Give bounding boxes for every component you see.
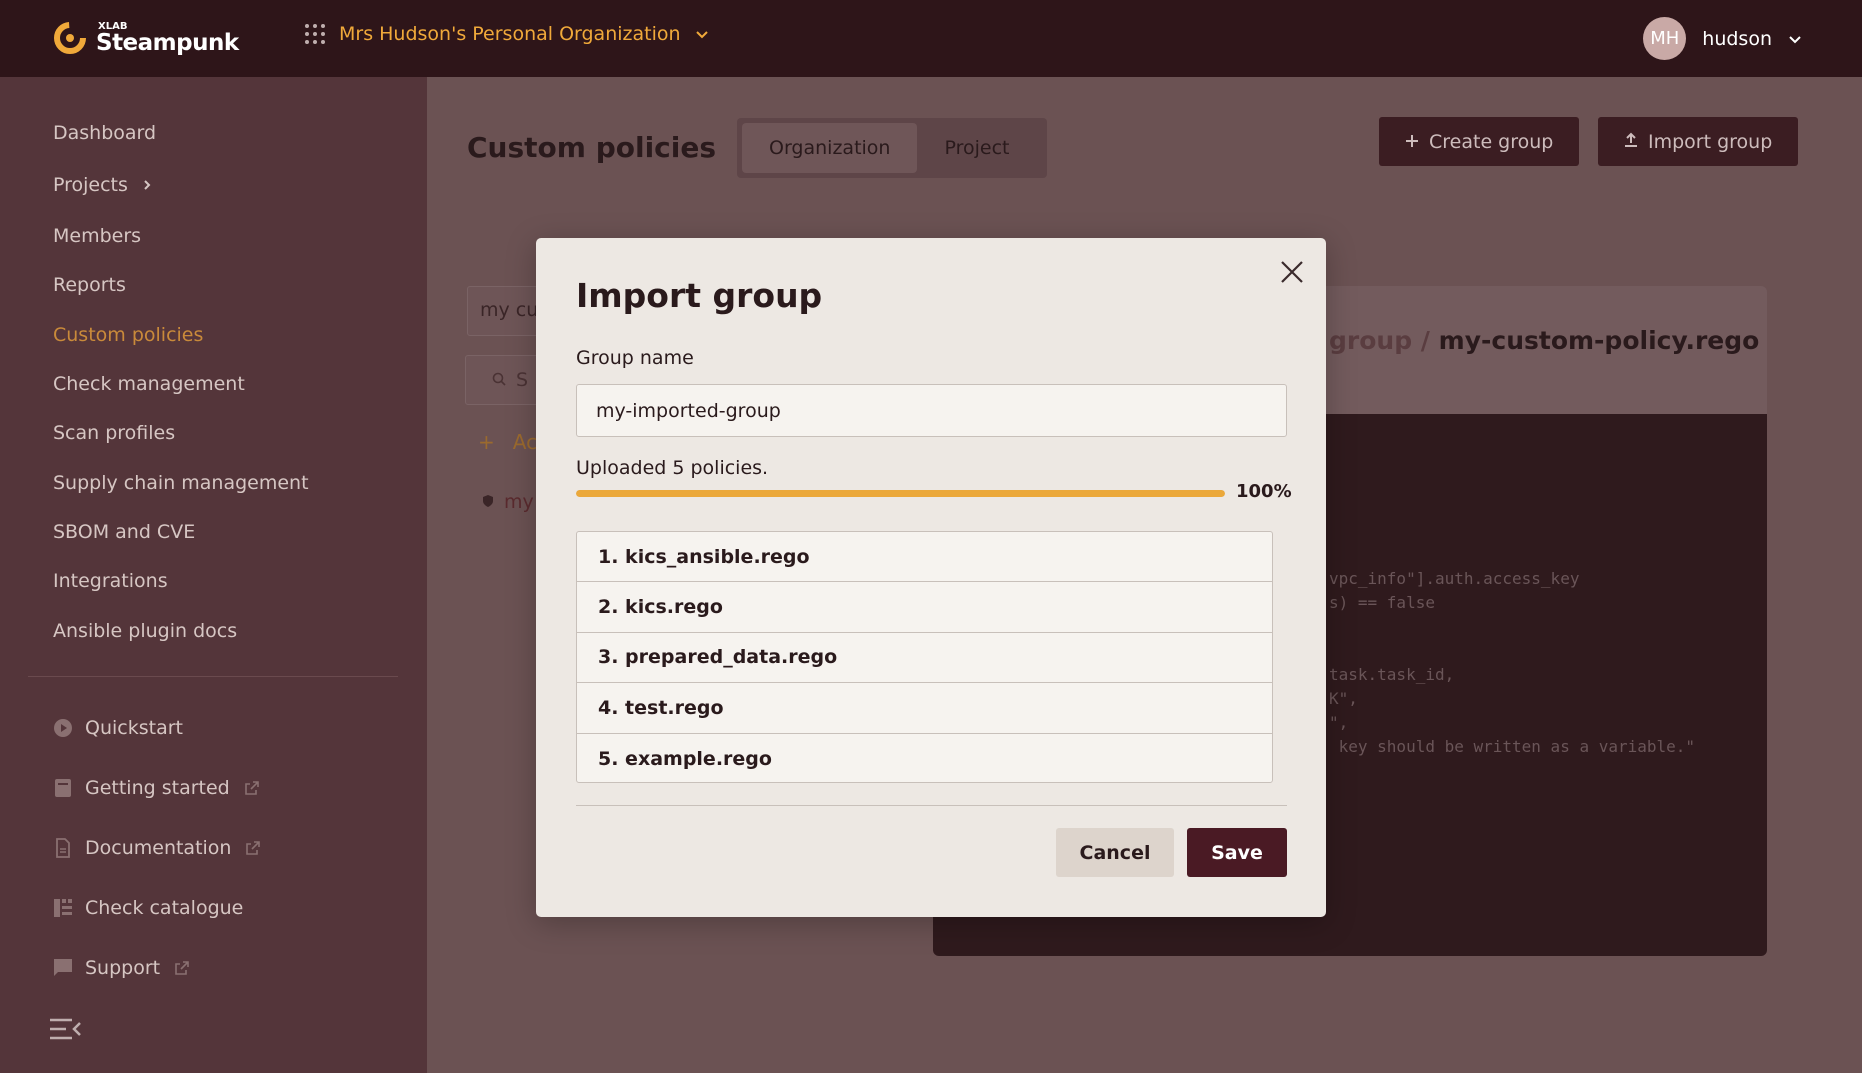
sidebar-item-scan-profiles[interactable]: Scan profiles [53,422,175,444]
user-menu[interactable]: MH hudson [1643,17,1802,60]
upload-status-text: Uploaded 5 policies. [576,457,769,479]
create-group-label: Create group [1429,130,1554,153]
code-line: task.task_id, [1329,665,1455,684]
save-button[interactable]: Save [1187,828,1287,877]
plus-icon: + [478,430,495,454]
scope-toggle: Organization Project [737,118,1047,178]
sidebar-link-quickstart[interactable]: Quickstart [53,717,183,739]
app-logo[interactable]: XLAB Steampunk [50,18,239,58]
sidebar-item-integrations[interactable]: Integrations [53,570,168,592]
add-policy-button[interactable]: + Ac [478,430,537,454]
import-group-button[interactable]: Import group [1598,117,1799,166]
sidebar-link-label: Documentation [85,837,232,859]
code-line: K", [1329,689,1358,708]
import-group-dialog: Import group Group name my-imported-grou… [536,238,1326,917]
sidebar-item-members[interactable]: Members [53,225,141,247]
user-name: hudson [1702,27,1772,50]
page-title: Custom policies [467,131,717,164]
file-path-prefix: group / [1329,326,1430,355]
sidebar-item-reports[interactable]: Reports [53,274,126,296]
catalogue-icon [53,898,73,918]
search-placeholder: S [516,369,529,391]
chat-icon [53,958,73,978]
sidebar-link-support[interactable]: Support [53,957,192,979]
policy-list-item[interactable]: my [482,491,534,513]
tab-organization[interactable]: Organization [742,123,918,173]
create-group-button[interactable]: Create group [1379,117,1580,166]
sidebar-link-getting-started[interactable]: Getting started [53,777,262,799]
dialog-divider [576,805,1287,806]
code-line: s) == false [1329,593,1435,612]
external-link-icon [243,838,263,858]
close-icon[interactable] [1278,258,1306,286]
sidebar-link-label: Check catalogue [85,897,244,919]
dialog-title: Import group [576,276,823,315]
org-name: Mrs Hudson's Personal Organization [339,23,681,45]
list-item: 2. kics.rego [577,582,1272,633]
apps-grid-icon[interactable] [305,24,325,44]
code-line: vpc_info"].auth.access_key [1329,569,1580,588]
upload-icon [1624,131,1638,153]
sidebar-link-label: Support [85,957,161,979]
plus-icon [1405,131,1419,153]
search-icon [492,369,506,391]
import-group-label: Import group [1648,130,1773,153]
sidebar-item-check-management[interactable]: Check management [53,373,245,395]
list-item: 1. kics_ansible.rego [577,532,1272,583]
chevron-down-icon [1788,28,1802,50]
sidebar-item-label: Projects [53,174,128,196]
steampunk-logo-icon [50,18,90,58]
sidebar-divider [28,676,398,677]
external-link-icon [172,958,192,978]
uploaded-file-list: 1. kics_ansible.rego 2. kics.rego 3. pre… [576,531,1273,783]
sidebar-item-supply-chain[interactable]: Supply chain management [53,472,309,494]
group-name-label: Group name [576,347,694,369]
list-item: 5. example.rego [598,747,772,770]
play-circle-icon [53,718,73,738]
sidebar-item-projects[interactable]: Projects [53,174,152,196]
sidebar-link-label: Getting started [85,777,230,799]
sidebar: Dashboard Projects Members Reports Custo… [0,77,427,1073]
sidebar-item-dashboard[interactable]: Dashboard [53,122,156,144]
chevron-right-icon [142,174,152,196]
brand-name: Steampunk [96,29,239,56]
document-icon [53,838,73,858]
file-name: my-custom-policy.rego [1438,326,1760,355]
code-line: ", [1329,713,1349,732]
upload-progress-percent: 100% [1236,481,1292,502]
list-item: 3. prepared_data.rego [577,633,1272,684]
tab-project[interactable]: Project [917,123,1036,173]
upload-progress-bar [576,490,1225,497]
shield-icon [482,491,494,513]
chevron-down-icon [695,23,709,45]
file-path: group / my-custom-policy.rego [1329,326,1759,355]
add-label: Ac [512,430,538,454]
avatar: MH [1643,17,1687,60]
policy-list-label: my [504,491,534,513]
external-link-icon [242,778,262,798]
sidebar-link-check-catalogue[interactable]: Check catalogue [53,897,243,919]
sidebar-link-label: Quickstart [85,717,183,739]
book-icon [53,778,73,798]
top-bar: XLAB Steampunk Mrs Hudson's Personal Org… [0,0,1862,77]
org-switcher[interactable]: Mrs Hudson's Personal Organization [305,23,709,45]
sidebar-link-documentation[interactable]: Documentation [53,837,263,859]
group-name-input[interactable]: my-imported-group [576,384,1287,437]
collapse-menu-icon[interactable] [48,1017,82,1045]
sidebar-item-sbom-cve[interactable]: SBOM and CVE [53,521,195,543]
list-item: 4. test.rego [577,683,1272,734]
sidebar-item-custom-policies[interactable]: Custom policies [53,324,203,346]
cancel-button[interactable]: Cancel [1056,828,1174,877]
upload-progress-fill [576,490,1225,497]
sidebar-item-ansible-docs[interactable]: Ansible plugin docs [53,620,237,642]
code-line: key should be written as a variable." [1329,737,1696,756]
